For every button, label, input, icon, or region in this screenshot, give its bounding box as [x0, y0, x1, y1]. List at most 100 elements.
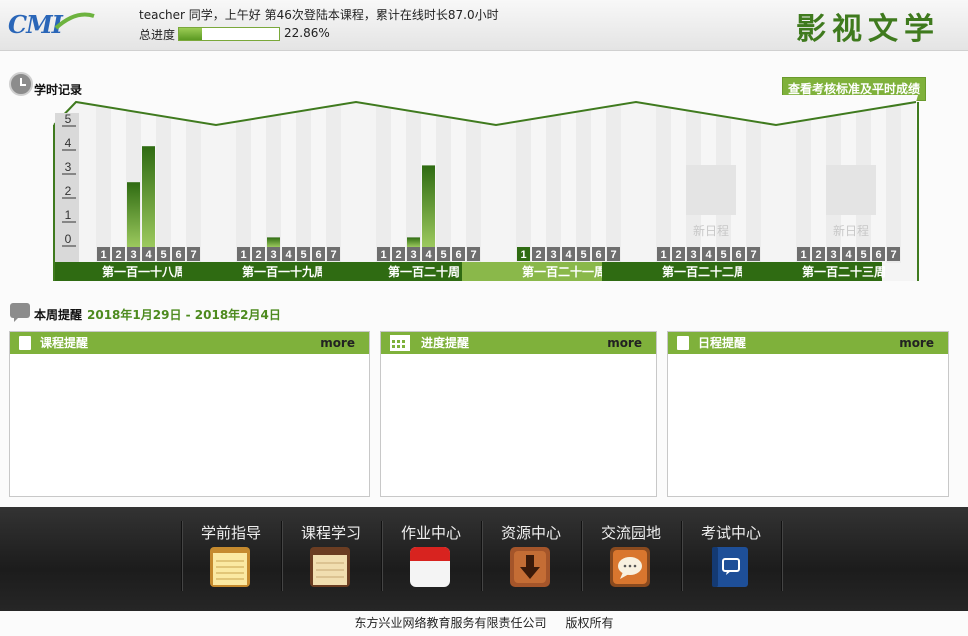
- week-label[interactable]: 第一百二十二周: [662, 264, 746, 279]
- day-label[interactable]: 4: [145, 249, 152, 261]
- day-label[interactable]: 6: [455, 249, 461, 261]
- day-label[interactable]: 6: [315, 249, 321, 261]
- day-label[interactable]: 5: [300, 249, 306, 261]
- day-column: [96, 105, 111, 263]
- day-label[interactable]: 5: [440, 249, 446, 261]
- day-label[interactable]: 3: [270, 249, 276, 261]
- day-label[interactable]: 1: [660, 249, 666, 261]
- day-column: [296, 105, 311, 263]
- calendar-icon: [390, 335, 410, 351]
- progress-reminder-more-link[interactable]: more: [607, 332, 642, 354]
- day-label[interactable]: 3: [410, 249, 416, 261]
- day-label[interactable]: 4: [565, 249, 572, 261]
- y-tick-label: 1: [65, 208, 72, 222]
- nav-course-study[interactable]: 课程学习: [281, 521, 381, 601]
- day-label[interactable]: 3: [830, 249, 836, 261]
- day-label[interactable]: 7: [750, 249, 756, 261]
- day-column: [796, 105, 811, 263]
- nav-discussion-forum[interactable]: 交流园地: [581, 521, 681, 601]
- new-schedule-placeholder[interactable]: [686, 165, 736, 215]
- day-column: [436, 105, 451, 263]
- day-label[interactable]: 5: [860, 249, 866, 261]
- week-label[interactable]: 第一百二十周: [388, 264, 460, 279]
- day-label[interactable]: 3: [130, 249, 136, 261]
- day-column: [111, 105, 126, 263]
- study-hours-bar: [267, 237, 280, 247]
- header: CMI teacher 同学，上午好 第46次登陆本课程，累计在线时长87.0小…: [0, 0, 968, 51]
- day-label[interactable]: 7: [610, 249, 616, 261]
- day-label[interactable]: 4: [285, 249, 292, 261]
- day-label[interactable]: 4: [705, 249, 712, 261]
- day-label[interactable]: 6: [595, 249, 601, 261]
- notepad-icon: [210, 547, 250, 587]
- new-schedule-label[interactable]: 新日程: [693, 223, 729, 238]
- study-hours-chart: 0123451 2 3 4 5 6 7第一百一十八周1 2 3 4 5 6 7第一百一十九周1 2 3 4 5 6…: [53, 95, 919, 281]
- note-icon: [677, 336, 689, 350]
- course-title: 影视文学: [796, 12, 940, 47]
- day-label[interactable]: 7: [890, 249, 896, 261]
- exam-book-icon: [712, 547, 748, 587]
- week-label[interactable]: 第一百一十九周: [242, 264, 326, 279]
- day-column: [281, 105, 296, 263]
- day-label[interactable]: 6: [175, 249, 181, 261]
- nav-assignment-center[interactable]: 作业中心: [381, 521, 481, 601]
- book-icon: [310, 547, 350, 587]
- copyright: 东方兴业网络教育服务有限责任公司 版权所有: [354, 616, 614, 630]
- day-column: [236, 105, 251, 263]
- y-tick-label: 4: [65, 136, 72, 150]
- nav-pre-study-guide[interactable]: 学前指导: [181, 521, 281, 601]
- progress-bar: [178, 27, 280, 41]
- nav-exam-center[interactable]: 考试中心: [681, 521, 781, 601]
- new-schedule-label[interactable]: 新日程: [833, 223, 869, 238]
- progress-label: 总进度: [139, 28, 176, 42]
- day-column: [516, 105, 531, 263]
- panel-title: 日程提醒: [698, 336, 747, 350]
- progress-fill: [179, 28, 202, 40]
- day-label[interactable]: 4: [425, 249, 432, 261]
- schedule-reminder-panel: 日程提醒 more: [667, 331, 949, 497]
- day-label[interactable]: 3: [690, 249, 696, 261]
- day-label[interactable]: 2: [255, 249, 261, 261]
- day-label[interactable]: 2: [535, 249, 541, 261]
- course-reminder-more-link[interactable]: more: [320, 332, 355, 354]
- progress-reminder-panel: 进度提醒 more: [380, 331, 657, 497]
- download-icon: [510, 547, 550, 587]
- day-column: [606, 105, 621, 263]
- day-label[interactable]: 2: [675, 249, 681, 261]
- day-label[interactable]: 3: [550, 249, 556, 261]
- day-label[interactable]: 1: [380, 249, 386, 261]
- day-label[interactable]: 2: [115, 249, 121, 261]
- progress-percentage: 22.86%: [284, 26, 330, 40]
- week-label[interactable]: 第一百一十八周: [102, 264, 186, 279]
- nav-label: 学前指导: [200, 524, 261, 542]
- schedule-reminder-more-link[interactable]: more: [899, 332, 934, 354]
- nav-label: 作业中心: [400, 524, 461, 542]
- day-label[interactable]: 1: [100, 249, 106, 261]
- new-schedule-placeholder[interactable]: [826, 165, 876, 215]
- day-label[interactable]: 5: [720, 249, 726, 261]
- nav-resource-center[interactable]: 资源中心: [481, 521, 581, 601]
- welcome-message: teacher 同学，上午好 第46次登陆本课程，累计在线时长87.0小时: [139, 8, 499, 22]
- clock-icon: [9, 72, 33, 96]
- day-label[interactable]: 6: [735, 249, 741, 261]
- day-label[interactable]: 1: [800, 249, 806, 261]
- day-label[interactable]: 7: [330, 249, 336, 261]
- day-column: [171, 105, 186, 263]
- day-label[interactable]: 5: [580, 249, 586, 261]
- day-label[interactable]: 5: [160, 249, 166, 261]
- day-label[interactable]: 1: [240, 249, 246, 261]
- study-hours-bar: [422, 165, 435, 247]
- panel-header: 进度提醒 more: [381, 332, 656, 354]
- day-label[interactable]: 7: [190, 249, 196, 261]
- day-label[interactable]: 7: [470, 249, 476, 261]
- day-label[interactable]: 2: [395, 249, 401, 261]
- day-label[interactable]: 4: [845, 249, 852, 261]
- day-label[interactable]: 6: [875, 249, 881, 261]
- day-label[interactable]: 1: [520, 249, 526, 261]
- week-label[interactable]: 第一百二十三周: [802, 264, 886, 279]
- day-column: [156, 105, 171, 263]
- logo: CMI: [6, 6, 96, 42]
- day-label[interactable]: 2: [815, 249, 821, 261]
- week-label[interactable]: 第一百二十一周: [522, 264, 606, 279]
- day-column: [811, 105, 826, 263]
